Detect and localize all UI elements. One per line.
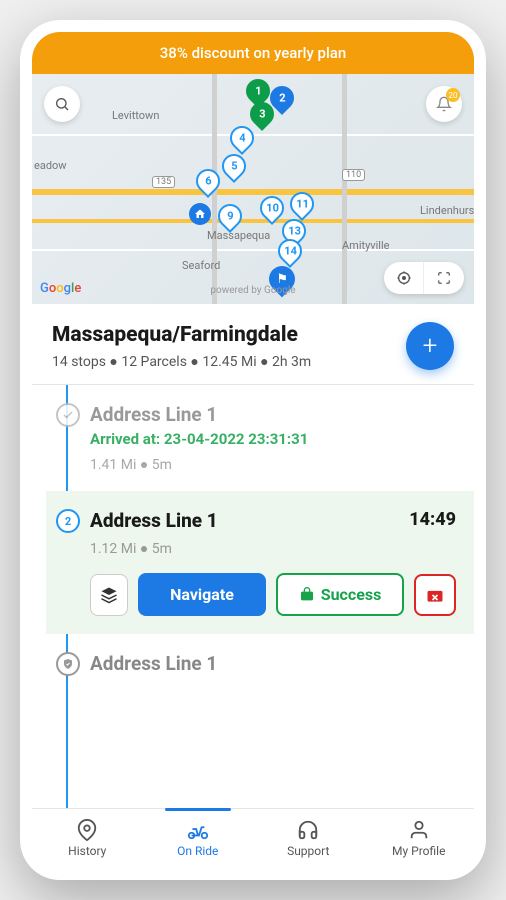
search-icon: [54, 96, 70, 112]
layers-icon: [100, 586, 118, 604]
nav-label: On Ride: [177, 844, 218, 858]
nav-label: My Profile: [392, 844, 445, 858]
stop-item-current[interactable]: 2 Address Line 1 14:49 1.12 Mi ● 5m Navi…: [46, 491, 474, 634]
nav-profile[interactable]: My Profile: [364, 809, 475, 868]
fail-button[interactable]: [414, 574, 456, 616]
stop-actions: Navigate Success: [90, 573, 456, 616]
crosshair-icon: [396, 270, 412, 286]
stop-eta: 14:49: [409, 509, 456, 530]
success-button[interactable]: Success: [276, 573, 404, 616]
stop-arrived-time: Arrived at: 23-04-2022 23:31:31: [90, 430, 456, 448]
phone-frame: 38% discount on yearly plan Levittown ea…: [20, 20, 486, 880]
map-search-button[interactable]: [44, 86, 80, 122]
promo-text: 38% discount on yearly plan: [160, 44, 346, 62]
nav-on-ride[interactable]: On Ride: [143, 809, 254, 868]
stop-marker-shield: [56, 652, 80, 676]
fullscreen-button[interactable]: [424, 262, 464, 294]
nav-history[interactable]: History: [32, 809, 143, 868]
map-pin-4[interactable]: 4: [230, 126, 254, 156]
map-label-eadow: eadow: [34, 159, 67, 172]
route-meta: 14 stops ● 12 Parcels ● 12.45 Mi ● 2h 3m: [52, 353, 311, 370]
stops-list[interactable]: Address Line 1 Arrived at: 23-04-2022 23…: [32, 385, 474, 808]
profile-icon: [408, 819, 430, 841]
fail-icon: [425, 585, 445, 605]
map-pin-5[interactable]: 5: [222, 154, 246, 184]
route-header: Massapequa/Farmingdale 14 stops ● 12 Par…: [32, 304, 474, 385]
map-pin-home[interactable]: [189, 203, 211, 225]
locate-button[interactable]: [384, 262, 424, 294]
map-controls: [384, 262, 464, 294]
scooter-icon: [187, 819, 209, 841]
stop-marker-check: [56, 403, 80, 427]
fullscreen-icon: [437, 271, 451, 285]
success-label: Success: [321, 585, 382, 604]
stop-item-upcoming[interactable]: Address Line 1: [46, 634, 474, 693]
route-shield-110: 110: [342, 169, 365, 181]
package-icon: [299, 587, 315, 603]
nav-label: History: [68, 844, 106, 858]
stop-title: Address Line 1: [90, 652, 456, 675]
route-title: Massapequa/Farmingdale: [52, 323, 311, 347]
map-pin-9[interactable]: 9: [218, 204, 242, 234]
map-label-seaford: Seaford: [182, 259, 220, 272]
layers-button[interactable]: [90, 574, 128, 616]
stop-title: Address Line 1: [90, 509, 218, 532]
notification-badge: 20: [446, 88, 460, 102]
nav-label: Support: [287, 844, 329, 858]
map-pin-6[interactable]: 6: [196, 169, 220, 199]
promo-banner[interactable]: 38% discount on yearly plan: [32, 32, 474, 74]
stop-title: Address Line 1: [90, 403, 456, 426]
shield-icon: [62, 658, 74, 670]
add-stop-button[interactable]: +: [406, 322, 454, 370]
map-label-lindenhurst: Lindenhurs: [420, 204, 474, 217]
navigate-button[interactable]: Navigate: [138, 573, 266, 616]
stop-marker-number: 2: [56, 509, 80, 533]
support-icon: [297, 819, 319, 841]
bottom-nav: History On Ride Support My Profile: [32, 808, 474, 868]
map-label-levittown: Levittown: [112, 109, 159, 122]
history-icon: [76, 819, 98, 841]
powered-by-text: powered by Google: [210, 285, 295, 296]
stop-distance: 1.12 Mi ● 5m: [90, 540, 456, 557]
stop-distance: 1.41 Mi ● 5m: [90, 456, 456, 473]
route-shield-135: 135: [152, 176, 175, 188]
google-logo: Google: [40, 281, 81, 296]
plus-icon: +: [423, 331, 438, 361]
map-label-amityville: Amityville: [342, 239, 390, 252]
notifications-button[interactable]: 20: [426, 86, 462, 122]
map-pin-10[interactable]: 10: [260, 196, 284, 226]
map-view[interactable]: Levittown eadow Massapequa Seaford Amity…: [32, 74, 474, 304]
nav-support[interactable]: Support: [253, 809, 364, 868]
stop-item-completed[interactable]: Address Line 1 Arrived at: 23-04-2022 23…: [46, 385, 474, 491]
check-icon: [62, 409, 74, 421]
phone-screen: 38% discount on yearly plan Levittown ea…: [32, 32, 474, 868]
